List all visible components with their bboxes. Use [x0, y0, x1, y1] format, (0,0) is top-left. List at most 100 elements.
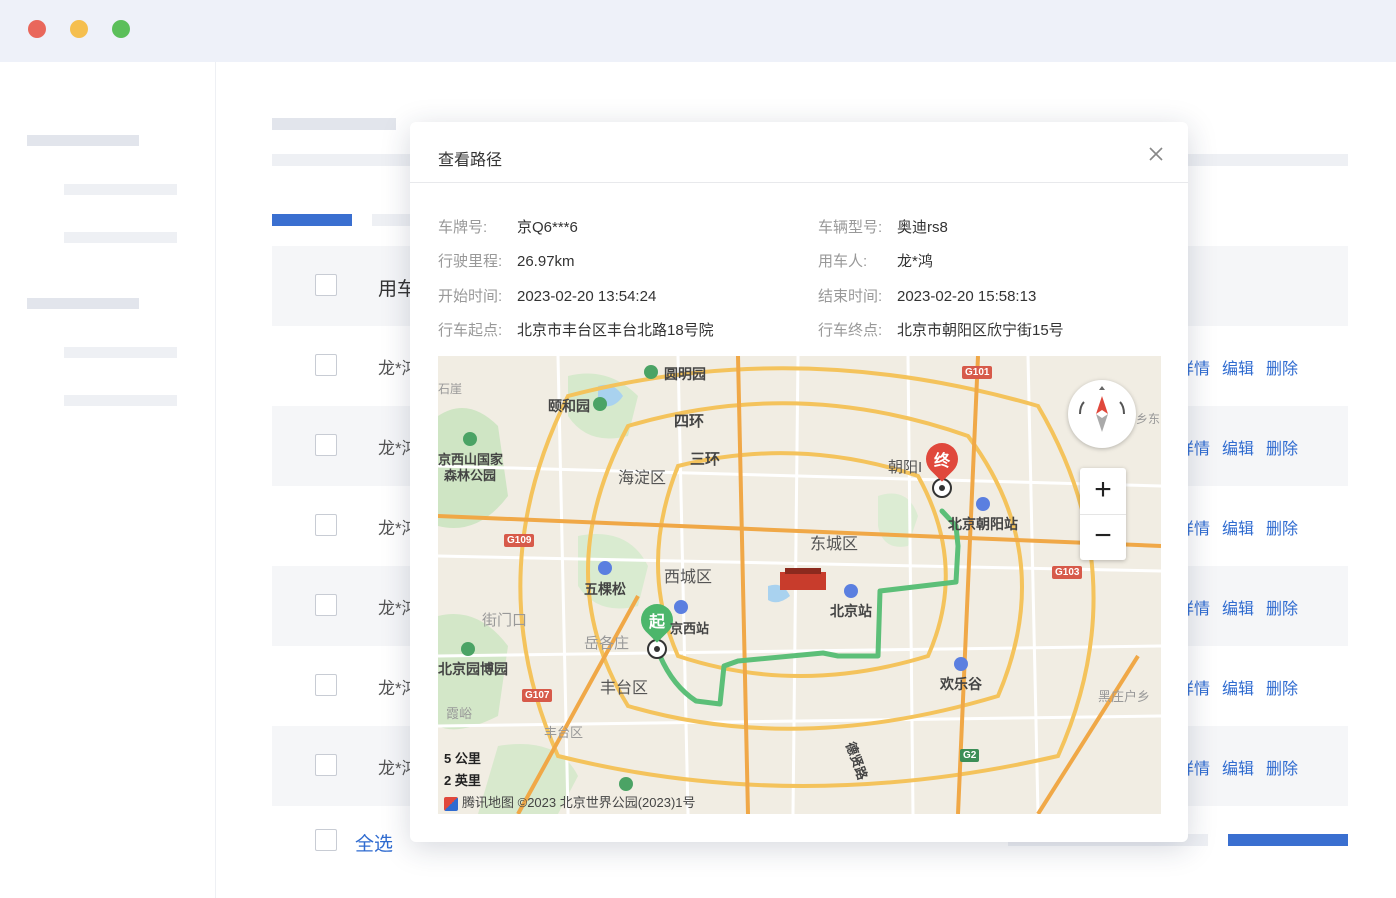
sidebar-item-placeholder[interactable] [64, 232, 177, 243]
sidebar-item-placeholder[interactable] [64, 395, 177, 406]
sidebar-group-placeholder[interactable] [27, 298, 139, 309]
highway-shield: G109 [504, 534, 535, 547]
modal-header: 查看路径 [410, 122, 1188, 183]
map-label: 圆明园 [664, 366, 706, 382]
map-label: 森林公园 [444, 468, 497, 483]
edit-link[interactable]: 编辑 [1222, 361, 1254, 378]
map-copyright: 腾讯地图 ©2023 北京世界公园(2023)1号 [444, 792, 696, 811]
row-checkbox[interactable] [315, 354, 337, 376]
start-marker-label: 起 [648, 614, 665, 631]
tab-active[interactable] [272, 214, 352, 226]
start-time-label: 开始时间: [438, 288, 503, 305]
delete-link[interactable]: 删除 [1266, 761, 1298, 778]
highway-shield: G103 [1052, 566, 1083, 579]
sidebar-item-placeholder[interactable] [64, 184, 177, 195]
map-label: 丰台区 [600, 680, 649, 697]
edit-link[interactable]: 编辑 [1222, 521, 1254, 538]
row-checkbox[interactable] [315, 514, 337, 536]
header-checkbox[interactable] [315, 274, 337, 296]
map-label: 岳各庄 [584, 635, 630, 652]
map-label: 颐和园 [548, 398, 590, 414]
edit-link[interactable]: 编辑 [1222, 601, 1254, 618]
close-icon[interactable] [1144, 142, 1168, 166]
zoom-out-button[interactable]: − [1080, 514, 1126, 560]
sidebar-group-placeholder[interactable] [27, 135, 139, 146]
map-label: 朝阳I [888, 459, 923, 476]
row-checkbox[interactable] [315, 674, 337, 696]
delete-link[interactable]: 删除 [1266, 361, 1298, 378]
batch-action-button[interactable] [1228, 834, 1348, 846]
edit-link[interactable]: 编辑 [1222, 761, 1254, 778]
map-label: 海淀区 [618, 470, 667, 487]
model-field: 车辆型号: 奥迪rs8 [818, 216, 948, 237]
map-label: 石崖 [438, 382, 463, 396]
highway-shield: G107 [522, 689, 553, 702]
mileage-value: 26.97km [517, 253, 575, 270]
mileage-field: 行驶里程: 26.97km [438, 250, 575, 271]
highway-shield: G101 [962, 366, 993, 379]
edit-link[interactable]: 编辑 [1222, 681, 1254, 698]
map-scale: 5 公里 2 英里 [444, 748, 481, 789]
map-label: 五棵松 [584, 581, 626, 597]
delete-link[interactable]: 删除 [1266, 601, 1298, 618]
start-point-field: 行车起点: 北京市丰台区丰台北路18号院 [438, 319, 714, 340]
start-time-field: 开始时间: 2023-02-20 13:54:24 [438, 285, 656, 306]
plate-label: 车牌号: [438, 219, 488, 236]
mileage-label: 行驶里程: [438, 253, 503, 270]
compass-icon[interactable] [1068, 380, 1136, 448]
map-canvas [438, 356, 1161, 814]
user-label: 用车人: [818, 253, 868, 270]
map-label: 霞峪 [446, 706, 473, 721]
highway-shield: G2 [960, 749, 980, 762]
row-checkbox[interactable] [315, 594, 337, 616]
plate-value: 京Q6***6 [517, 219, 578, 236]
start-point-label: 行车起点: [438, 322, 503, 339]
delete-link[interactable]: 删除 [1266, 441, 1298, 458]
delete-link[interactable]: 删除 [1266, 681, 1298, 698]
map-label: 东城区 [810, 536, 859, 553]
select-all-checkbox[interactable] [315, 829, 337, 851]
end-point-field: 行车终点: 北京市朝阳区欣宁街15号 [818, 319, 1064, 340]
end-point-label: 行车终点: [818, 322, 883, 339]
end-time-value: 2023-02-20 15:58:13 [897, 288, 1037, 305]
user-field: 用车人: 龙*鸿 [818, 250, 933, 271]
user-value: 龙*鸿 [897, 253, 933, 270]
edit-link[interactable]: 编辑 [1222, 441, 1254, 458]
map-label: 三环 [690, 451, 721, 468]
sidebar [0, 62, 216, 898]
map-label: 西城区 [664, 569, 713, 586]
zoom-in-button[interactable]: + [1080, 468, 1126, 514]
row-checkbox[interactable] [315, 434, 337, 456]
start-point-value: 北京市丰台区丰台北路18号院 [517, 322, 714, 339]
route-modal: 查看路径 车牌号: 京Q6***6 车辆型号: 奥迪rs8 行驶里程: 26.97km… [410, 122, 1188, 842]
close-window-button[interactable] [28, 20, 46, 38]
copyright-text: 腾讯地图 ©2023 北京世界公园(2023)1号 [462, 795, 696, 810]
model-value: 奥迪rs8 [897, 219, 948, 236]
window-titlebar [0, 0, 1396, 62]
sidebar-item-placeholder[interactable] [64, 347, 177, 358]
map-label: 北京园博园 [438, 661, 508, 677]
plate-field: 车牌号: 京Q6***6 [438, 216, 578, 237]
page-title-placeholder [272, 118, 396, 130]
end-time-label: 结束时间: [818, 288, 883, 305]
route-map[interactable]: 起 终 圆明园 颐和园 四环 三环 海淀区 石崖 京西山国家 森林公园 朝阳I … [438, 356, 1161, 814]
maximize-window-button[interactable] [112, 20, 130, 38]
start-time-value: 2023-02-20 13:54:24 [517, 288, 657, 305]
map-label: 街门口 [482, 612, 528, 629]
map-label: 北京朝阳站 [948, 516, 1018, 532]
modal-title: 查看路径 [438, 152, 503, 169]
select-all-label[interactable]: 全选 [355, 829, 393, 856]
model-label: 车辆型号: [818, 219, 883, 236]
end-point-value: 北京市朝阳区欣宁街15号 [897, 322, 1064, 339]
scale-mi: 2 英里 [444, 773, 481, 788]
map-label: 欢乐谷 [940, 676, 982, 692]
minimize-window-button[interactable] [70, 20, 88, 38]
tencent-map-logo-icon [444, 796, 458, 811]
map-label: 黑庄户乡 [1098, 689, 1151, 704]
end-time-field: 结束时间: 2023-02-20 15:58:13 [818, 285, 1036, 306]
delete-link[interactable]: 删除 [1266, 521, 1298, 538]
map-label: 乡东 [1136, 412, 1161, 426]
zoom-control: + − [1080, 468, 1126, 560]
row-checkbox[interactable] [315, 754, 337, 776]
map-label: 北京站 [830, 603, 872, 619]
